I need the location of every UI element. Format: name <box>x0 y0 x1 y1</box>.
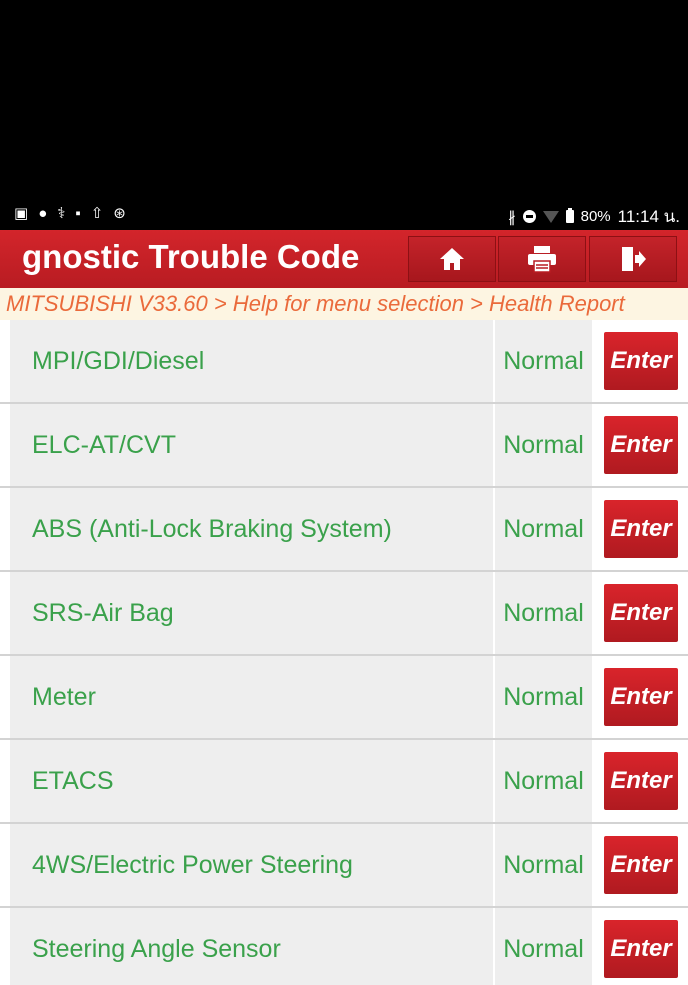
enter-button[interactable]: Enter <box>604 668 678 726</box>
list-item: ETACS Normal Enter <box>0 740 688 824</box>
battery-percent: 80% <box>580 208 611 225</box>
system-status: Normal <box>495 488 592 570</box>
system-name: SRS-Air Bag <box>10 572 493 654</box>
enter-button[interactable]: Enter <box>604 836 678 894</box>
do-not-disturb-icon <box>522 210 536 223</box>
enter-button[interactable]: Enter <box>604 332 678 390</box>
system-status: Normal <box>495 824 592 906</box>
list-item: 4WS/Electric Power Steering Normal Enter <box>0 824 688 908</box>
bluetooth-icon: ∦ <box>508 208 516 226</box>
exit-icon <box>622 247 646 271</box>
home-button[interactable] <box>408 236 496 282</box>
system-name: ETACS <box>10 740 493 822</box>
clock: 11:14 น. <box>617 207 680 226</box>
system-list: MPI/GDI/Diesel Normal Enter ELC-AT/CVT N… <box>0 320 688 985</box>
enter-button[interactable]: Enter <box>604 584 678 642</box>
enter-button[interactable]: Enter <box>604 500 678 558</box>
upload-icon: ⇧ <box>90 205 104 222</box>
wifi-icon <box>542 210 559 223</box>
home-icon <box>440 248 464 270</box>
system-name: Meter <box>10 656 493 738</box>
camera-area <box>0 0 688 200</box>
list-item: Meter Normal Enter <box>0 656 688 740</box>
bluetooth-app-icon: ⊛ <box>113 205 126 222</box>
system-status: Normal <box>495 740 592 822</box>
printer-icon <box>528 246 556 273</box>
enter-button[interactable]: Enter <box>604 416 678 474</box>
exit-button[interactable] <box>589 236 677 282</box>
list-item: Steering Angle Sensor Normal Enter <box>0 908 688 985</box>
enter-button[interactable]: Enter <box>604 920 678 978</box>
system-name: ELC-AT/CVT <box>10 404 493 486</box>
system-name: Steering Angle Sensor <box>10 908 493 985</box>
system-status: Normal <box>495 908 592 985</box>
list-item: ELC-AT/CVT Normal Enter <box>0 404 688 488</box>
system-status: Normal <box>495 320 592 402</box>
system-status: Normal <box>495 656 592 738</box>
breadcrumb: MITSUBISHI V33.60 > Help for menu select… <box>0 288 688 320</box>
system-name: ABS (Anti-Lock Braking System) <box>10 488 493 570</box>
print-button[interactable] <box>498 236 586 282</box>
title-bar: gnostic Trouble Code <box>0 230 688 288</box>
gmail-icon: ▣ <box>14 205 29 222</box>
status-bar: ▣ ● ⚕ ▪ ⇧ ⊛ ∦ 80% 11:14 น. <box>0 200 688 230</box>
page-title: gnostic Trouble Code <box>22 238 360 275</box>
diagnostic-icon: ⚕ <box>57 205 66 222</box>
system-status: Normal <box>495 404 592 486</box>
image-icon: ▪ <box>75 205 81 222</box>
system-name: MPI/GDI/Diesel <box>10 320 493 402</box>
system-name: 4WS/Electric Power Steering <box>10 824 493 906</box>
system-status: Normal <box>495 572 592 654</box>
list-item: ABS (Anti-Lock Braking System) Normal En… <box>0 488 688 572</box>
chat-icon: ● <box>38 205 48 222</box>
enter-button[interactable]: Enter <box>604 752 678 810</box>
battery-icon <box>565 208 574 223</box>
list-item: MPI/GDI/Diesel Normal Enter <box>0 320 688 404</box>
list-item: SRS-Air Bag Normal Enter <box>0 572 688 656</box>
